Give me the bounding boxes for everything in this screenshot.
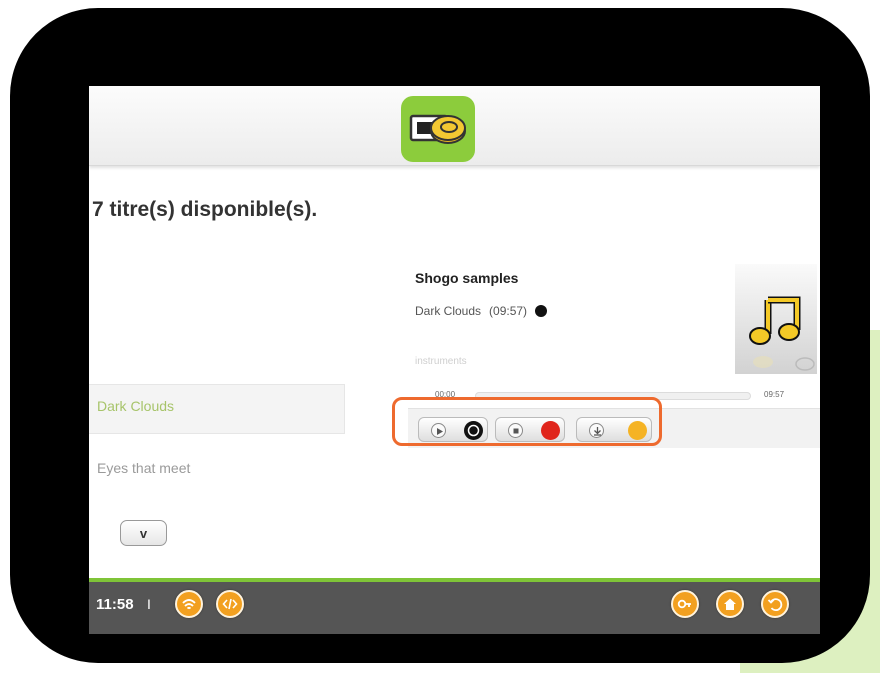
download-icon <box>589 423 604 438</box>
code-icon[interactable] <box>216 590 244 618</box>
track-duration: (09:57) <box>489 304 528 318</box>
screen: 7 titre(s) disponible(s). Dark Clouds Ey… <box>89 86 820 634</box>
device-frame: 7 titre(s) disponible(s). Dark Clouds Ey… <box>10 8 870 663</box>
download-indicator-dot <box>628 421 647 440</box>
track-list-item[interactable]: Eyes that meet <box>89 456 345 480</box>
progress-bar[interactable] <box>475 392 751 400</box>
track-category: instruments <box>415 356 467 367</box>
play-button[interactable] <box>418 417 488 442</box>
clock: 11:58 <box>96 596 134 613</box>
player-panel: Shogo samples Dark Clouds (09:57) instru… <box>408 242 820 452</box>
cassette-disc-icon <box>409 114 466 144</box>
track-name: Dark Clouds <box>415 304 482 318</box>
stop-icon <box>508 423 523 438</box>
status-bar: 11:58 I <box>89 578 820 634</box>
music-note-icon <box>749 296 815 371</box>
home-icon[interactable] <box>716 590 744 618</box>
scroll-down-button[interactable]: v <box>120 520 167 546</box>
record-indicator-dot <box>541 421 560 440</box>
key-icon[interactable] <box>671 590 699 618</box>
wifi-icon[interactable] <box>175 590 203 618</box>
total-time: 09:57 <box>764 390 785 399</box>
chevron-down-icon: v <box>139 525 148 541</box>
stop-button[interactable] <box>495 417 565 442</box>
back-icon[interactable] <box>761 590 789 618</box>
media-player-app-icon[interactable] <box>401 96 475 162</box>
album-title: Shogo samples <box>415 270 519 286</box>
status-separator: I <box>147 596 151 612</box>
elapsed-time: 00:00 <box>435 390 456 399</box>
page: 7 titre(s) disponible(s). Dark Clouds Ey… <box>0 0 880 673</box>
top-bar <box>89 86 820 166</box>
play-icon <box>431 423 446 438</box>
download-button[interactable] <box>576 417 652 442</box>
play-indicator-dot <box>464 421 483 440</box>
available-titles-heading: 7 titre(s) disponible(s). <box>92 198 318 221</box>
track-info-icon[interactable] <box>535 305 548 317</box>
album-art <box>735 264 817 374</box>
current-track-line: Dark Clouds (09:57) <box>415 304 548 318</box>
track-list-item[interactable]: Dark Clouds <box>89 384 345 434</box>
